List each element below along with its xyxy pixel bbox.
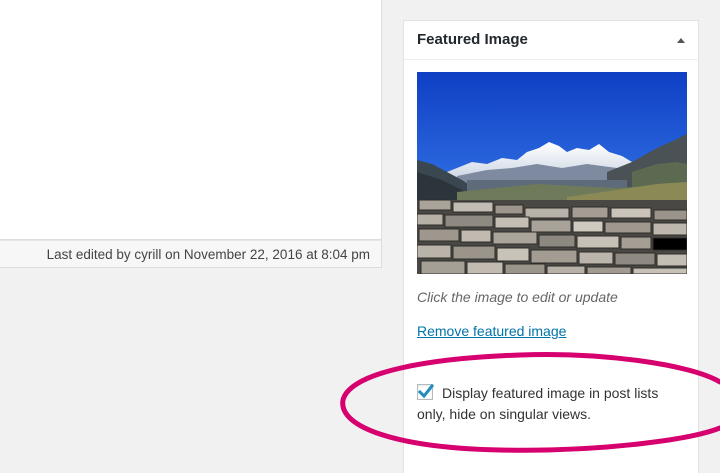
featured-image-thumbnail[interactable] bbox=[417, 72, 687, 274]
last-edited-text: Last edited by cyrill on November 22, 20… bbox=[46, 247, 370, 262]
display-option-checkbox[interactable] bbox=[417, 383, 435, 400]
screen: Last edited by cyrill on November 22, 20… bbox=[0, 0, 720, 473]
triangle-up-icon bbox=[677, 38, 685, 43]
display-option: Display featured image in post lists onl… bbox=[417, 383, 689, 425]
remove-featured-image-link[interactable]: Remove featured image bbox=[417, 323, 566, 339]
featured-image-metabox: Featured Image Click the image to edit o… bbox=[403, 20, 699, 473]
editor-status-bar: Last edited by cyrill on November 22, 20… bbox=[0, 240, 382, 268]
metabox-header: Featured Image bbox=[404, 21, 698, 60]
display-option-label: Display featured image in post lists onl… bbox=[417, 385, 659, 422]
post-editor-area[interactable] bbox=[0, 0, 382, 240]
metabox-title: Featured Image bbox=[417, 31, 528, 48]
checkmark-icon bbox=[417, 383, 435, 399]
mountain-landscape-image bbox=[417, 72, 687, 274]
toggle-panel-button[interactable] bbox=[672, 31, 690, 49]
edit-image-hint: Click the image to edit or update bbox=[417, 289, 618, 305]
